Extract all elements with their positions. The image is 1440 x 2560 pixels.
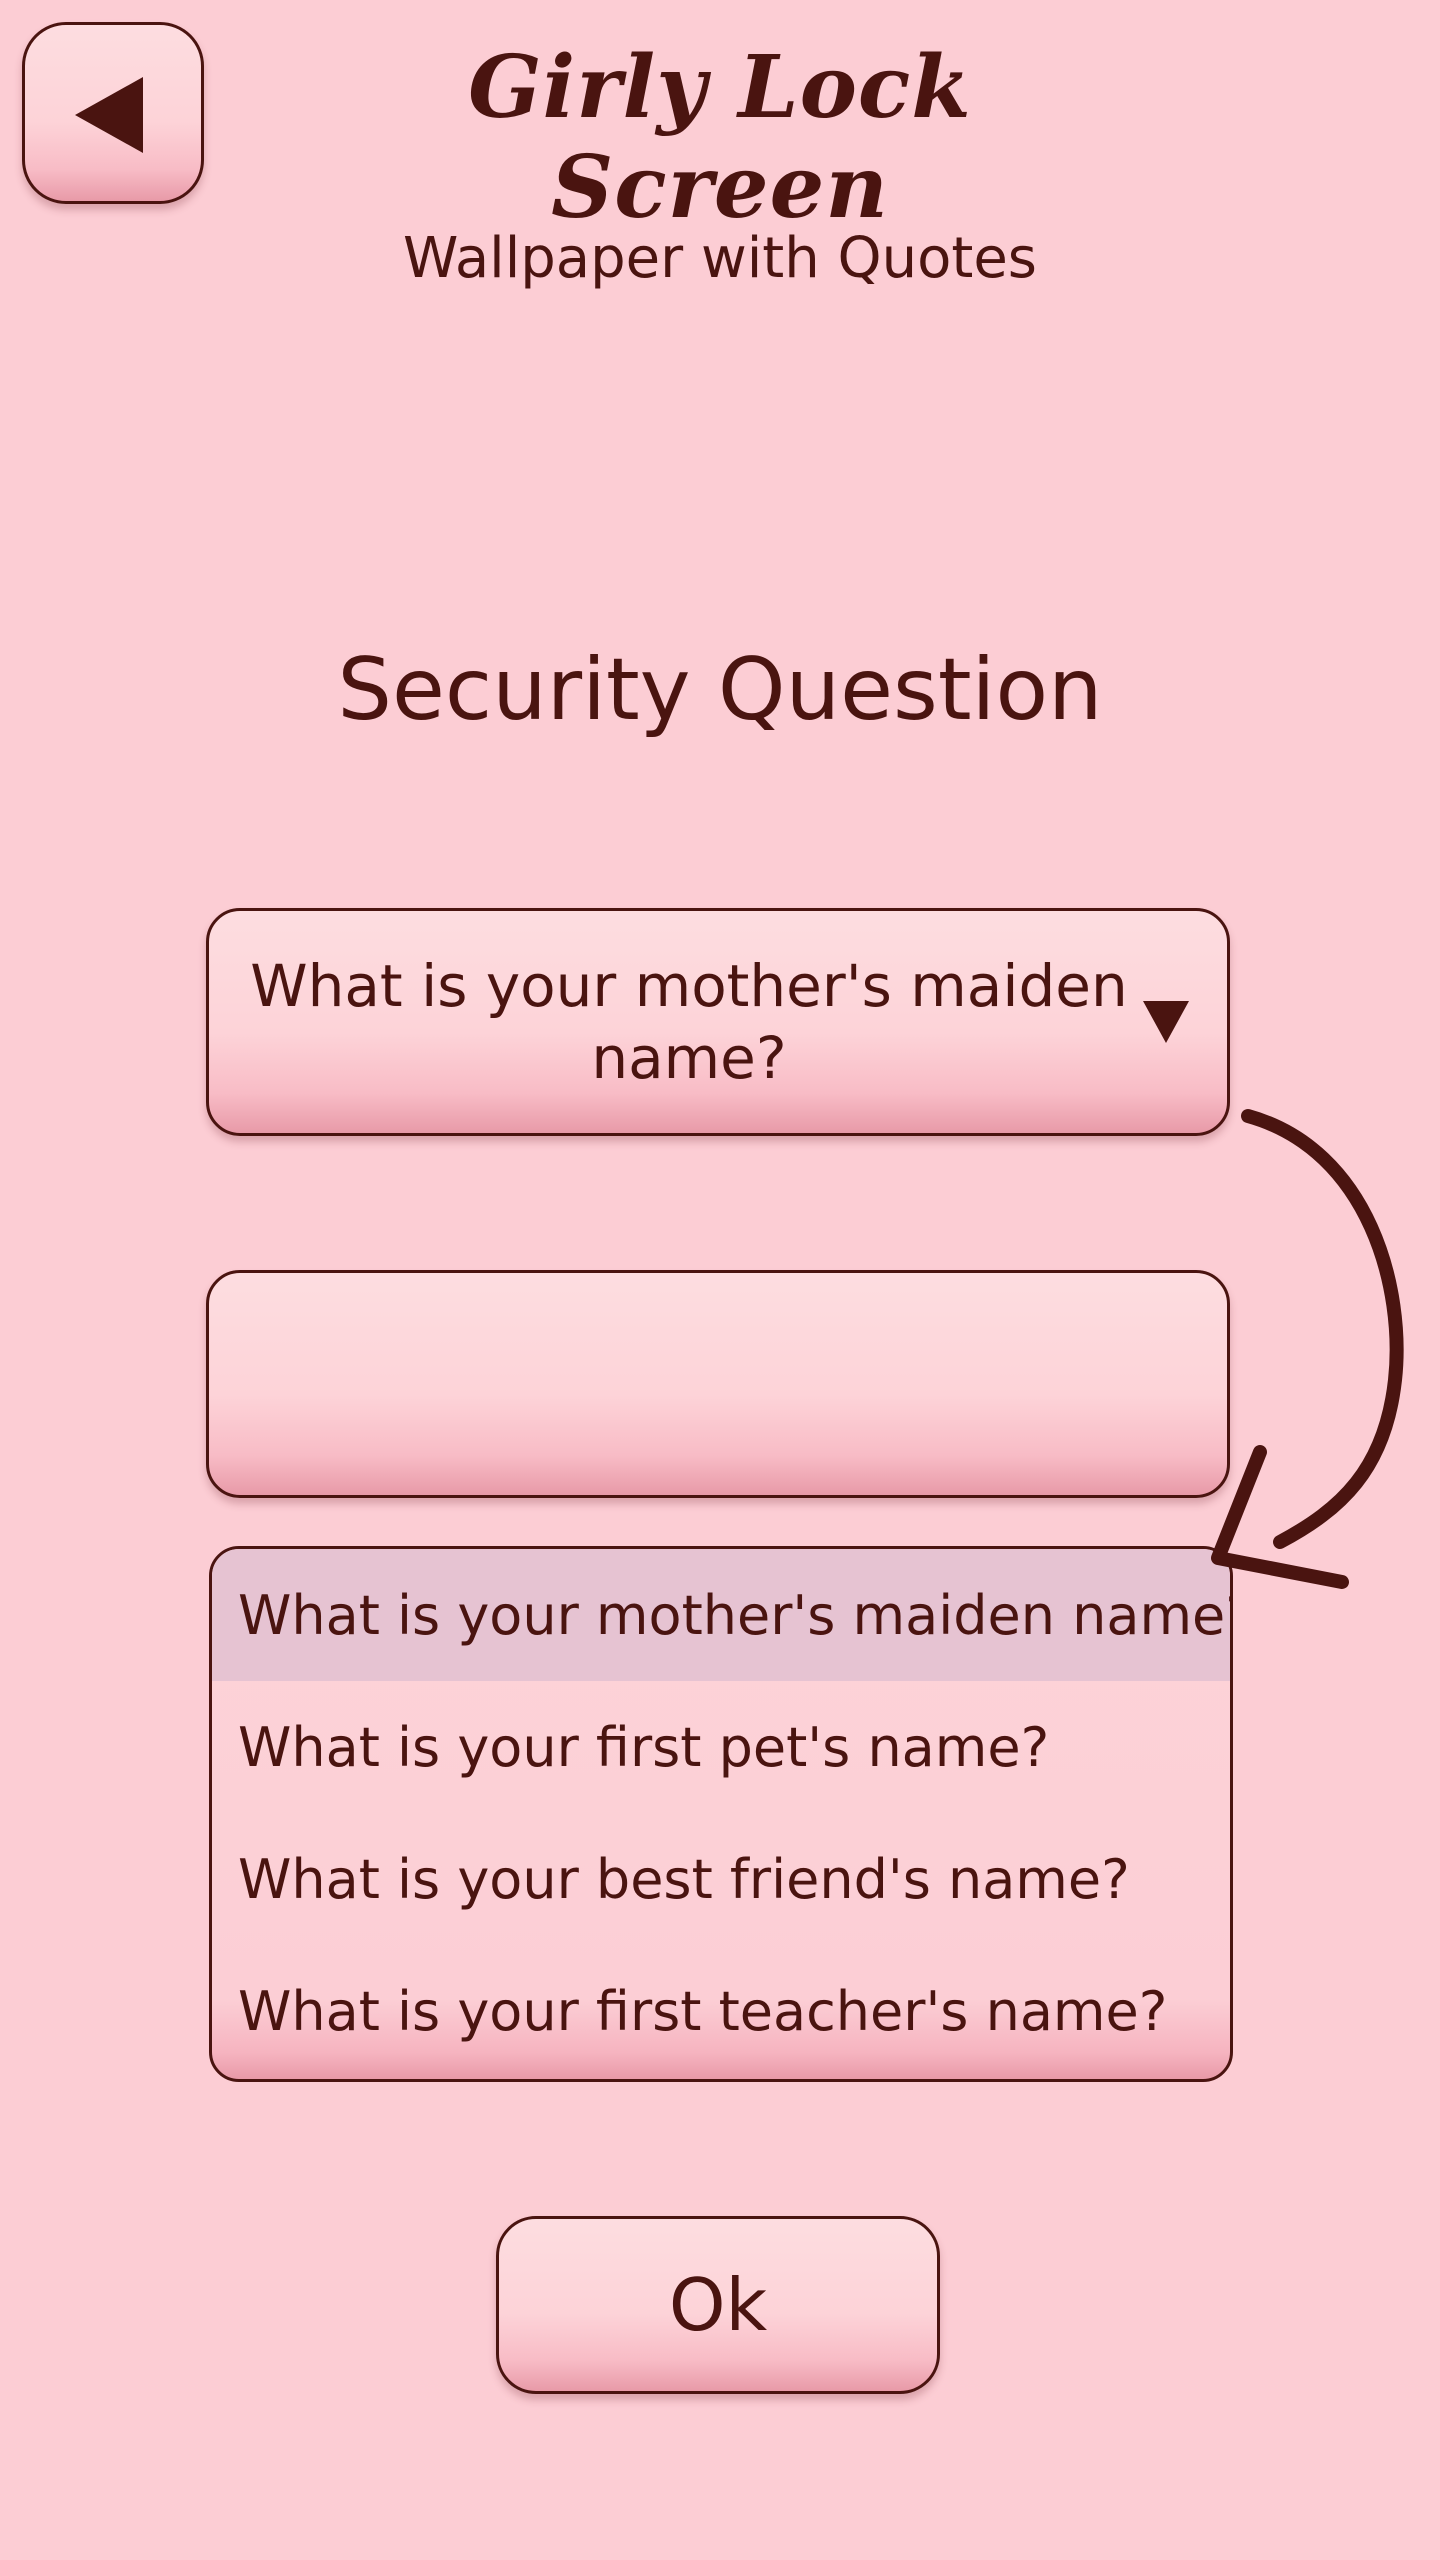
option-label: What is your first pet's name? [238,1715,1050,1779]
option-label: What is your mother's maiden name? [238,1583,1233,1647]
question-option-mother-maiden-name[interactable]: What is your mother's maiden name? [212,1549,1230,1681]
ok-button-label: Ok [668,2263,768,2347]
question-option-first-teacher[interactable]: What is your first teacher's name? [212,1945,1230,2077]
answer-input[interactable] [239,1303,1201,1465]
answer-field[interactable] [206,1270,1230,1498]
page-title: Security Question [337,640,1103,740]
question-option-best-friend[interactable]: What is your best friend's name? [212,1813,1230,1945]
caret-down-icon [1143,1001,1189,1043]
question-option-first-pet[interactable]: What is your first pet's name? [212,1681,1230,1813]
curved-arrow-icon [1211,1109,1404,1589]
option-label: What is your first teacher's name? [238,1979,1168,2043]
app-title-line2: Wallpaper with Quotes [403,226,1037,291]
ok-button[interactable]: Ok [496,2216,940,2394]
option-label: What is your best friend's name? [238,1847,1130,1911]
question-options-list: What is your mother's maiden name? What … [209,1546,1233,2082]
back-triangle-icon [75,77,143,153]
selected-question-text: What is your mother's maiden name? [250,952,1128,1092]
back-button[interactable] [22,22,204,204]
security-question-select[interactable]: What is your mother's maiden name? [206,908,1230,1136]
app-title-line1: Girly Lock Screen [468,37,972,238]
app-title: Girly Lock Screen Wallpaper with Quotes [300,38,1140,290]
